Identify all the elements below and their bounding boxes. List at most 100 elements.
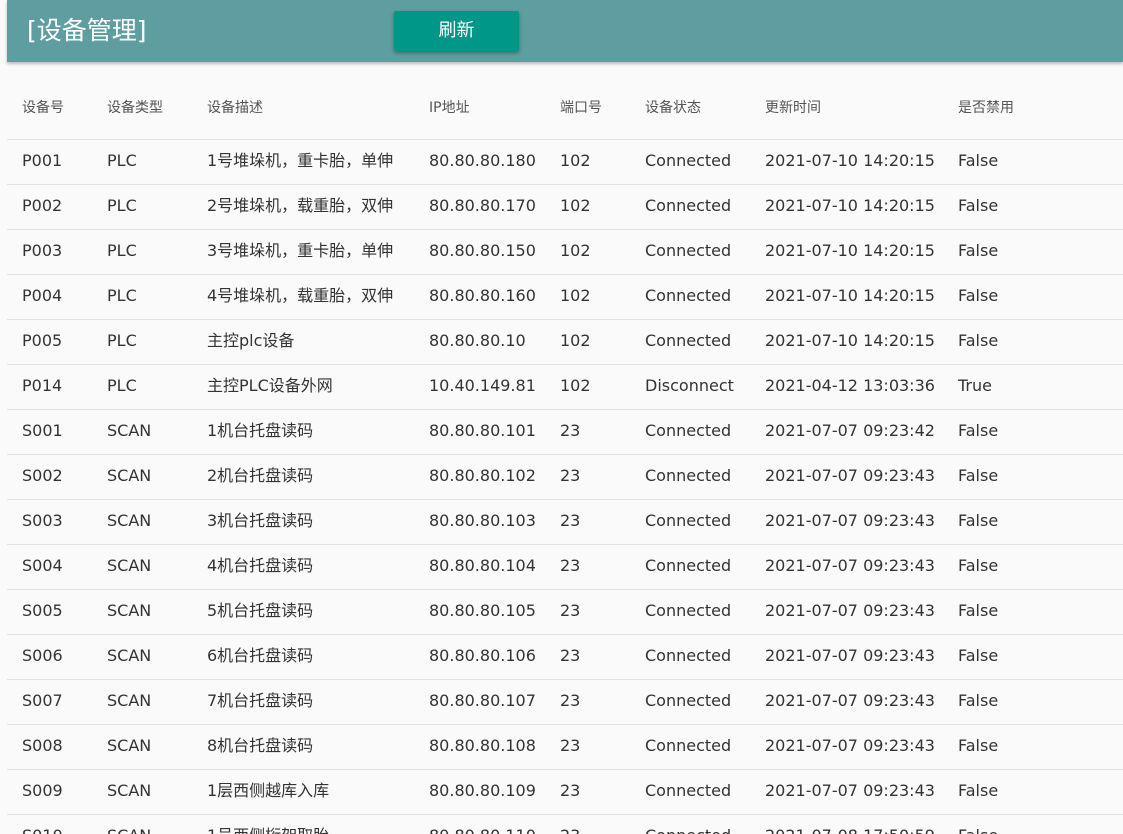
cell-ip-address: 80.80.80.101: [429, 421, 536, 440]
refresh-button[interactable]: 刷新: [394, 11, 519, 51]
cell-update-time: 2021-07-07 09:23:43: [765, 646, 935, 665]
cell-ip-address: 10.40.149.81: [429, 376, 536, 395]
cell-status: Connected: [645, 151, 732, 170]
cell-ip-address: 80.80.80.109: [429, 781, 536, 800]
cell-port: 23: [560, 736, 581, 755]
cell-disabled: False: [958, 466, 999, 485]
table-row[interactable]: P002 PLC 2号堆垛机，载重胎，双伸 80.80.80.170 102 Connec…: [7, 185, 1123, 230]
column-header-device-type[interactable]: 设备类型: [107, 84, 163, 132]
cell-device-id: S010: [22, 815, 63, 834]
page-title: [设备管理]: [27, 16, 147, 45]
cell-description: 1机台托盘读码: [207, 421, 314, 440]
cell-ip-address: 80.80.80.110: [429, 815, 536, 834]
cell-description: 主控plc设备: [207, 331, 295, 350]
column-header-disabled[interactable]: 是否禁用: [958, 84, 1014, 132]
cell-device-type: PLC: [107, 331, 137, 350]
cell-device-id: S007: [22, 691, 63, 710]
table-row[interactable]: P004 PLC 4号堆垛机，载重胎，双伸 80.80.80.160 102 Connec…: [7, 275, 1123, 320]
cell-status: Connected: [645, 781, 732, 800]
cell-port: 23: [560, 421, 581, 440]
table-row[interactable]: S007 SCAN 7机台托盘读码 80.80.80.107 23 Connected 20…: [7, 680, 1123, 725]
cell-disabled: False: [958, 691, 999, 710]
cell-ip-address: 80.80.80.104: [429, 556, 536, 575]
table-row[interactable]: P003 PLC 3号堆垛机，重卡胎，单伸 80.80.80.150 102 Connec…: [7, 230, 1123, 275]
cell-ip-address: 80.80.80.107: [429, 691, 536, 710]
cell-device-id: P002: [22, 196, 63, 215]
cell-port: 102: [560, 196, 591, 215]
cell-device-type: SCAN: [107, 421, 152, 440]
cell-device-id: S009: [22, 781, 63, 800]
cell-ip-address: 80.80.80.10: [429, 331, 526, 350]
cell-disabled: False: [958, 511, 999, 530]
cell-description: 1层西侧越库入库: [207, 781, 330, 800]
cell-update-time: 2021-07-07 09:23:43: [765, 781, 935, 800]
cell-description: 3号堆垛机，重卡胎，单伸: [207, 241, 394, 260]
cell-description: 5机台托盘读码: [207, 601, 314, 620]
cell-device-type: SCAN: [107, 511, 152, 530]
cell-port: 102: [560, 241, 591, 260]
table-row[interactable]: S010 SCAN 1号西侧桁架取胎 80.80.80.110 23 Connected 2…: [7, 815, 1123, 834]
table-row[interactable]: S002 SCAN 2机台托盘读码 80.80.80.102 23 Connected 20…: [7, 455, 1123, 500]
cell-description: 主控PLC设备外网: [207, 376, 333, 395]
cell-port: 102: [560, 151, 591, 170]
column-header-ip-address[interactable]: IP地址: [429, 84, 470, 132]
table-row[interactable]: P005 PLC 主控plc设备 80.80.80.10 102 Connected 202…: [7, 320, 1123, 365]
cell-update-time: 2021-07-10 14:20:15: [765, 196, 935, 215]
cell-device-type: SCAN: [107, 556, 152, 575]
cell-status: Connected: [645, 286, 732, 305]
table-row[interactable]: S006 SCAN 6机台托盘读码 80.80.80.106 23 Connected 20…: [7, 635, 1123, 680]
cell-disabled: False: [958, 151, 999, 170]
table-row[interactable]: S004 SCAN 4机台托盘读码 80.80.80.104 23 Connected 20…: [7, 545, 1123, 590]
column-header-status[interactable]: 设备状态: [645, 84, 701, 132]
cell-status: Connected: [645, 556, 732, 575]
cell-status: Connected: [645, 196, 732, 215]
column-header-update-time[interactable]: 更新时间: [765, 84, 821, 132]
cell-status: Connected: [645, 646, 732, 665]
cell-description: 6机台托盘读码: [207, 646, 314, 665]
cell-port: 23: [560, 511, 581, 530]
cell-device-type: SCAN: [107, 466, 152, 485]
table-row[interactable]: P001 PLC 1号堆垛机，重卡胎，单伸 80.80.80.180 102 Connec…: [7, 140, 1123, 185]
table-row[interactable]: P014 PLC 主控PLC设备外网 10.40.149.81 102 Disconnec…: [7, 365, 1123, 410]
cell-status: Disconnect: [645, 376, 734, 395]
cell-status: Connected: [645, 241, 732, 260]
cell-status: Connected: [645, 331, 732, 350]
cell-description: 3机台托盘读码: [207, 511, 314, 530]
cell-ip-address: 80.80.80.106: [429, 646, 536, 665]
cell-description: 1号堆垛机，重卡胎，单伸: [207, 151, 394, 170]
cell-device-id: S001: [22, 421, 63, 440]
cell-port: 23: [560, 556, 581, 575]
cell-disabled: False: [958, 646, 999, 665]
table-row[interactable]: S009 SCAN 1层西侧越库入库 80.80.80.109 23 Connected 2…: [7, 770, 1123, 815]
cell-disabled: False: [958, 601, 999, 620]
cell-port: 102: [560, 376, 591, 395]
cell-description: 1号西侧桁架取胎: [207, 815, 329, 834]
cell-description: 8机台托盘读码: [207, 736, 314, 755]
cell-device-id: P014: [22, 376, 63, 395]
cell-port: 102: [560, 286, 591, 305]
table-header: 设备号 设备类型 设备描述 IP地址 端口号 设备状态 更新时间 是否禁用: [7, 84, 1123, 140]
column-header-description[interactable]: 设备描述: [207, 84, 263, 132]
cell-disabled: False: [958, 781, 999, 800]
cell-update-time: 2021-07-08 17:50:59: [765, 815, 935, 834]
table-row[interactable]: S005 SCAN 5机台托盘读码 80.80.80.105 23 Connected 20…: [7, 590, 1123, 635]
device-table: 设备号 设备类型 设备描述 IP地址 端口号 设备状态 更新时间 是否禁用 P0…: [7, 84, 1123, 834]
column-header-device-id[interactable]: 设备号: [22, 84, 64, 132]
header-bar: [设备管理] 刷新: [7, 0, 1123, 62]
cell-update-time: 2021-04-12 13:03:36: [765, 376, 935, 395]
cell-ip-address: 80.80.80.102: [429, 466, 536, 485]
cell-ip-address: 80.80.80.180: [429, 151, 536, 170]
column-header-port[interactable]: 端口号: [560, 84, 602, 132]
cell-update-time: 2021-07-07 09:23:43: [765, 466, 935, 485]
cell-disabled: True: [958, 376, 992, 395]
cell-device-type: SCAN: [107, 815, 151, 834]
cell-device-type: SCAN: [107, 646, 152, 665]
cell-port: 23: [560, 646, 581, 665]
cell-ip-address: 80.80.80.103: [429, 511, 536, 530]
cell-ip-address: 80.80.80.105: [429, 601, 536, 620]
table-row[interactable]: S008 SCAN 8机台托盘读码 80.80.80.108 23 Connected 20…: [7, 725, 1123, 770]
cell-description: 7机台托盘读码: [207, 691, 314, 710]
table-row[interactable]: S001 SCAN 1机台托盘读码 80.80.80.101 23 Connected 20…: [7, 410, 1123, 455]
cell-update-time: 2021-07-07 09:23:43: [765, 691, 935, 710]
table-row[interactable]: S003 SCAN 3机台托盘读码 80.80.80.103 23 Connected 20…: [7, 500, 1123, 545]
